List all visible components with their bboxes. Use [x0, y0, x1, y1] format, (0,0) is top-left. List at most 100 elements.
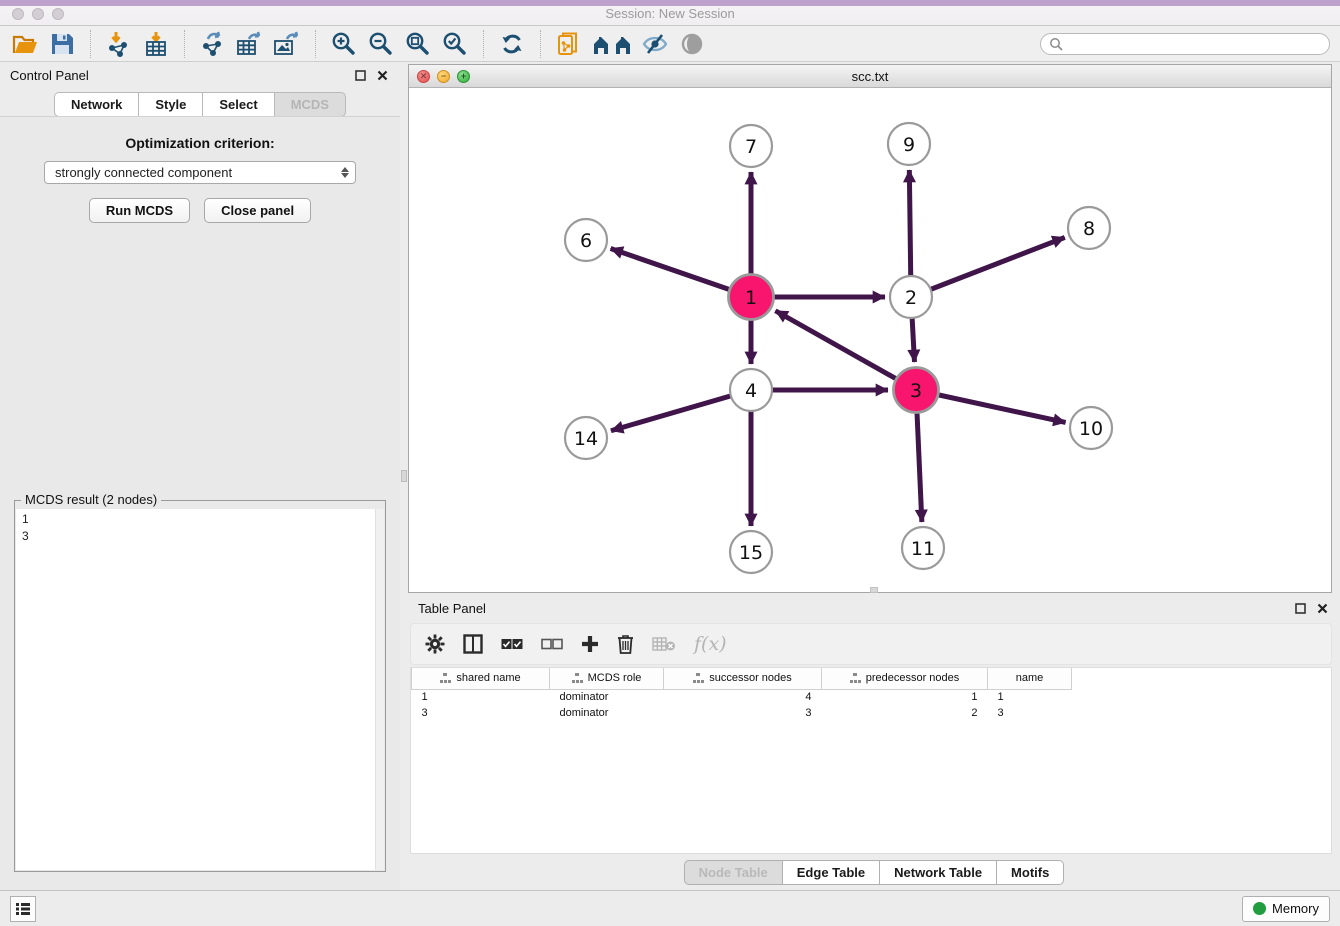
- graph-node-label: 14: [574, 428, 598, 450]
- graph-node-9[interactable]: 9: [888, 123, 930, 165]
- result-scrollbar[interactable]: [375, 509, 384, 870]
- graph-node-label: 2: [905, 287, 917, 309]
- birds-eye-view-icon[interactable]: [677, 30, 707, 58]
- column-header-name[interactable]: name: [988, 668, 1072, 689]
- tab-select[interactable]: Select: [202, 92, 273, 117]
- apply-layout-icon[interactable]: [497, 30, 527, 58]
- hide-panels-icon[interactable]: [640, 30, 670, 58]
- network-canvas[interactable]: 7 9 6 8 1 2 4 3 14 10 15 11: [409, 88, 1331, 592]
- close-panel-button[interactable]: Close panel: [204, 198, 311, 223]
- import-network-icon[interactable]: [104, 30, 134, 58]
- close-panel-icon[interactable]: [374, 67, 390, 83]
- delete-column-icon[interactable]: [617, 634, 634, 654]
- graph-edge-2-8[interactable]: [911, 237, 1065, 297]
- network-close-icon[interactable]: ✕: [417, 70, 430, 83]
- graph-node-8[interactable]: 8: [1068, 207, 1110, 249]
- graph-node-10[interactable]: 10: [1070, 407, 1112, 449]
- toolbar-separator: [90, 30, 91, 58]
- column-header-successor-nodes[interactable]: successor nodes: [664, 668, 822, 689]
- tab-motifs[interactable]: Motifs: [996, 860, 1064, 885]
- list-icon: [15, 902, 31, 916]
- table-toolbar: f(x): [410, 623, 1332, 665]
- application-window: Session: New Session: [0, 0, 1340, 926]
- graph-node-11[interactable]: 11: [902, 527, 944, 569]
- optimization-criterion-label: Optimization criterion:: [12, 135, 388, 151]
- network-resize-handle[interactable]: [870, 587, 878, 593]
- task-history-button[interactable]: [10, 896, 36, 922]
- memory-button[interactable]: Memory: [1242, 896, 1330, 922]
- search-input[interactable]: [1067, 37, 1321, 51]
- search-field[interactable]: [1040, 33, 1330, 55]
- splitter-grip[interactable]: [401, 470, 407, 482]
- tab-network-table[interactable]: Network Table: [879, 860, 996, 885]
- table-row[interactable]: 1 dominator 4 1 1: [412, 689, 1072, 705]
- mcds-result-line: 3: [22, 528, 369, 545]
- run-mcds-button[interactable]: Run MCDS: [89, 198, 190, 223]
- graph-node-2[interactable]: 2: [890, 276, 932, 318]
- home-icon[interactable]: [591, 30, 633, 58]
- zoom-fit-icon[interactable]: [403, 30, 433, 58]
- graph-node-label: 1: [745, 287, 757, 309]
- graph-node-6[interactable]: 6: [565, 219, 607, 261]
- select-all-icon[interactable]: [501, 638, 523, 650]
- table-row[interactable]: 3 dominator 3 2 3: [412, 705, 1072, 721]
- status-bar: Memory: [0, 890, 1340, 926]
- maximize-window-icon[interactable]: [52, 8, 64, 20]
- graph-edge-3-1[interactable]: [775, 311, 916, 390]
- deselect-all-icon[interactable]: [541, 638, 563, 650]
- mcds-result-box: MCDS result (2 nodes) 1 3: [14, 500, 386, 872]
- export-network-icon[interactable]: [198, 30, 228, 58]
- tab-node-table[interactable]: Node Table: [684, 860, 782, 885]
- import-table-icon[interactable]: [141, 30, 171, 58]
- control-panel-title: Control Panel: [10, 68, 346, 83]
- attribute-icon: [440, 673, 451, 683]
- graph-node-14[interactable]: 14: [565, 417, 607, 459]
- float-table-panel-icon[interactable]: [1292, 600, 1308, 616]
- tab-style[interactable]: Style: [138, 92, 202, 117]
- network-window-titlebar[interactable]: ✕ − + scc.txt: [409, 65, 1331, 88]
- close-window-icon[interactable]: [12, 8, 24, 20]
- minimize-window-icon[interactable]: [32, 8, 44, 20]
- table-header-row: shared name MCDS role successor nodes pr…: [412, 668, 1072, 689]
- network-minimize-icon[interactable]: −: [437, 70, 450, 83]
- network-maximize-icon[interactable]: +: [457, 70, 470, 83]
- zoom-selected-icon[interactable]: [440, 30, 470, 58]
- graph-node-3[interactable]: 3: [894, 368, 939, 413]
- tab-network[interactable]: Network: [54, 92, 138, 117]
- graph-node-label: 3: [910, 380, 922, 402]
- toolbar-separator: [483, 30, 484, 58]
- table-panel: Table Panel: [408, 595, 1340, 890]
- tab-edge-table[interactable]: Edge Table: [782, 860, 879, 885]
- column-header-mcds-role[interactable]: MCDS role: [550, 668, 664, 689]
- clone-network-icon[interactable]: [554, 30, 584, 58]
- panel-splitter[interactable]: [400, 62, 408, 890]
- graph-node-1[interactable]: 1: [729, 275, 774, 320]
- graph-node-label: 7: [745, 136, 757, 158]
- network-window-title: scc.txt: [409, 69, 1331, 84]
- close-table-panel-icon[interactable]: [1314, 600, 1330, 616]
- zoom-in-icon[interactable]: [329, 30, 359, 58]
- graph-node-15[interactable]: 15: [730, 531, 772, 573]
- optimization-criterion-select[interactable]: strongly connected component: [44, 161, 356, 184]
- save-session-icon[interactable]: [47, 30, 77, 58]
- export-image-icon[interactable]: [272, 30, 302, 58]
- graph-node-label: 8: [1083, 218, 1095, 240]
- graph-node-label: 11: [911, 538, 935, 560]
- graph-node-4[interactable]: 4: [730, 369, 772, 411]
- column-header-shared-name[interactable]: shared name: [412, 668, 550, 689]
- chevron-up-down-icon: [341, 167, 351, 178]
- open-session-icon[interactable]: [10, 30, 40, 58]
- control-panel: Control Panel Network Style Select MCDS …: [0, 62, 400, 890]
- graph-node-7[interactable]: 7: [730, 125, 772, 167]
- add-column-icon[interactable]: [581, 635, 599, 653]
- tab-mcds[interactable]: MCDS: [274, 92, 346, 117]
- column-header-predecessor-nodes[interactable]: predecessor nodes: [822, 668, 988, 689]
- function-builder-icon: f(x): [694, 633, 727, 655]
- network-canvas-svg: 7 9 6 8 1 2 4 3 14 10 15 11: [409, 88, 1331, 590]
- show-columns-icon[interactable]: [463, 634, 483, 654]
- float-panel-icon[interactable]: [352, 67, 368, 83]
- table-settings-gear-icon[interactable]: [425, 634, 445, 654]
- export-table-icon[interactable]: [235, 30, 265, 58]
- zoom-out-icon[interactable]: [366, 30, 396, 58]
- graph-node-label: 4: [745, 380, 757, 402]
